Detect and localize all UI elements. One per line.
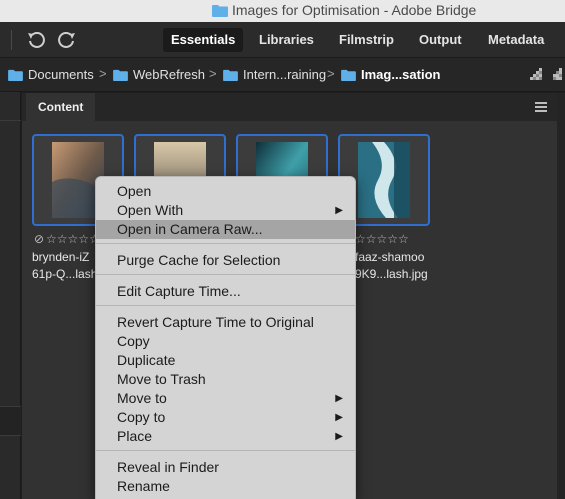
path-bar: Documents > WebRefresh > Intern...rainin… (0, 58, 565, 92)
filename-line2: 61p-Q...lash (32, 267, 98, 281)
menu-separator (96, 450, 355, 451)
menu-separator (96, 274, 355, 275)
menu-item-label: Copy to (117, 409, 166, 425)
menu-item-label: Move to Trash (117, 371, 206, 387)
submenu-arrow-icon: ▶ (335, 205, 343, 216)
menu-item-label: Open (117, 183, 152, 199)
breadcrumb-webrefresh[interactable]: WebRefresh (113, 67, 205, 82)
tab-content[interactable]: Content (26, 93, 96, 121)
workspace-essentials[interactable]: Essentials (163, 28, 244, 52)
menu-item-label: Open in Camera Raw... (117, 221, 263, 237)
scrollbar[interactable] (557, 93, 565, 499)
menu-item-label: Revert Capture Time to Original (117, 314, 314, 330)
workspace-output[interactable]: Output (411, 28, 470, 52)
menu-item-label: Edit Capture Time... (117, 283, 241, 299)
chevron-right-icon: > (99, 66, 107, 81)
menu-item-place[interactable]: Place ▶ (96, 427, 355, 446)
workspace-filmstrip[interactable]: Filmstrip (331, 28, 402, 52)
folder-icon (212, 4, 228, 17)
breadcrumb-label: Intern...raining (243, 67, 327, 82)
menu-item-duplicate[interactable]: Duplicate (96, 351, 355, 370)
menu-item-label: Duplicate (117, 352, 176, 368)
reject-icon[interactable]: ⊘ (34, 232, 44, 246)
menu-separator (96, 243, 355, 244)
folder-icon (341, 69, 356, 81)
toolbar: Essentials Libraries Filmstrip Output Me… (0, 22, 565, 58)
breadcrumb-documents[interactable]: Documents (8, 67, 94, 82)
menu-item-label: Open With (117, 202, 184, 218)
menu-item-edit-capture-time[interactable]: Edit Capture Time... (96, 282, 355, 301)
hamburger-icon[interactable] (535, 102, 547, 112)
menu-item-rename[interactable]: Rename (96, 477, 355, 496)
quality-icon-secondary[interactable] (552, 66, 565, 84)
breadcrumb-label: WebRefresh (133, 67, 206, 82)
rating-stars[interactable]: ☆☆☆☆☆ (355, 232, 409, 246)
menu-item-label: Reveal in Finder (117, 459, 219, 475)
menu-item-label: Place (117, 428, 153, 444)
folder-icon (223, 69, 238, 81)
menu-item-open[interactable]: Open (96, 182, 355, 201)
panel-divider (0, 406, 21, 436)
chevron-right-icon: > (327, 66, 335, 81)
menu-item-purge-cache[interactable]: Purge Cache for Selection (96, 251, 355, 270)
submenu-arrow-icon: ▶ (335, 431, 343, 442)
filename-line1: faaz-shamoo (355, 250, 425, 264)
rotate-left-icon[interactable] (25, 29, 47, 51)
filename-line1: brynden-iZ (32, 250, 90, 264)
breadcrumb-internal-training[interactable]: Intern...raining (223, 67, 326, 82)
quality-icon[interactable] (527, 66, 545, 84)
window-title-text: Images for Optimisation - Adobe Bridge (232, 2, 477, 18)
menu-item-move-to[interactable]: Move to ▶ (96, 389, 355, 408)
window-titlebar: Images for Optimisation - Adobe Bridge (0, 0, 565, 22)
window-title: Images for Optimisation - Adobe Bridge (212, 2, 476, 18)
workspace-libraries[interactable]: Libraries (251, 28, 322, 52)
panel-divider (0, 120, 21, 121)
folder-icon (8, 69, 23, 81)
submenu-arrow-icon: ▶ (335, 393, 343, 404)
breadcrumb-images-for-optimisation[interactable]: Imag...sation (341, 67, 440, 82)
content-tab-bar: Content (22, 93, 557, 121)
menu-item-reveal-in-finder[interactable]: Reveal in Finder (96, 458, 355, 477)
workspace-metadata[interactable]: Metadata (480, 28, 552, 52)
breadcrumb-label: Documents (28, 67, 94, 82)
menu-item-open-with[interactable]: Open With ▶ (96, 201, 355, 220)
chevron-right-icon: > (209, 66, 217, 81)
menu-item-label: Rename (117, 478, 170, 494)
menu-separator (96, 305, 355, 306)
context-menu: Open Open With ▶ Open in Camera Raw... Pu… (95, 176, 356, 499)
menu-item-revert-capture-time[interactable]: Revert Capture Time to Original (96, 313, 355, 332)
menu-item-open-in-camera-raw[interactable]: Open in Camera Raw... (96, 220, 355, 239)
left-panel (0, 92, 21, 499)
menu-item-move-to-trash[interactable]: Move to Trash (96, 370, 355, 389)
filename-line2: 9K9...lash.jpg (355, 267, 428, 281)
menu-item-label: Move to (117, 390, 167, 406)
menu-item-copy[interactable]: Copy (96, 332, 355, 351)
rotate-right-icon[interactable] (56, 29, 78, 51)
menu-item-label: Purge Cache for Selection (117, 252, 281, 268)
rating-stars[interactable]: ☆☆☆☆☆ (46, 232, 100, 246)
menu-item-copy-to[interactable]: Copy to ▶ (96, 408, 355, 427)
menu-item-label: Copy (117, 333, 150, 349)
thumbnail-image (358, 142, 410, 218)
breadcrumb-label: Imag...sation (361, 67, 441, 82)
folder-icon (113, 69, 128, 81)
submenu-arrow-icon: ▶ (335, 412, 343, 423)
toolbar-divider (11, 30, 12, 50)
